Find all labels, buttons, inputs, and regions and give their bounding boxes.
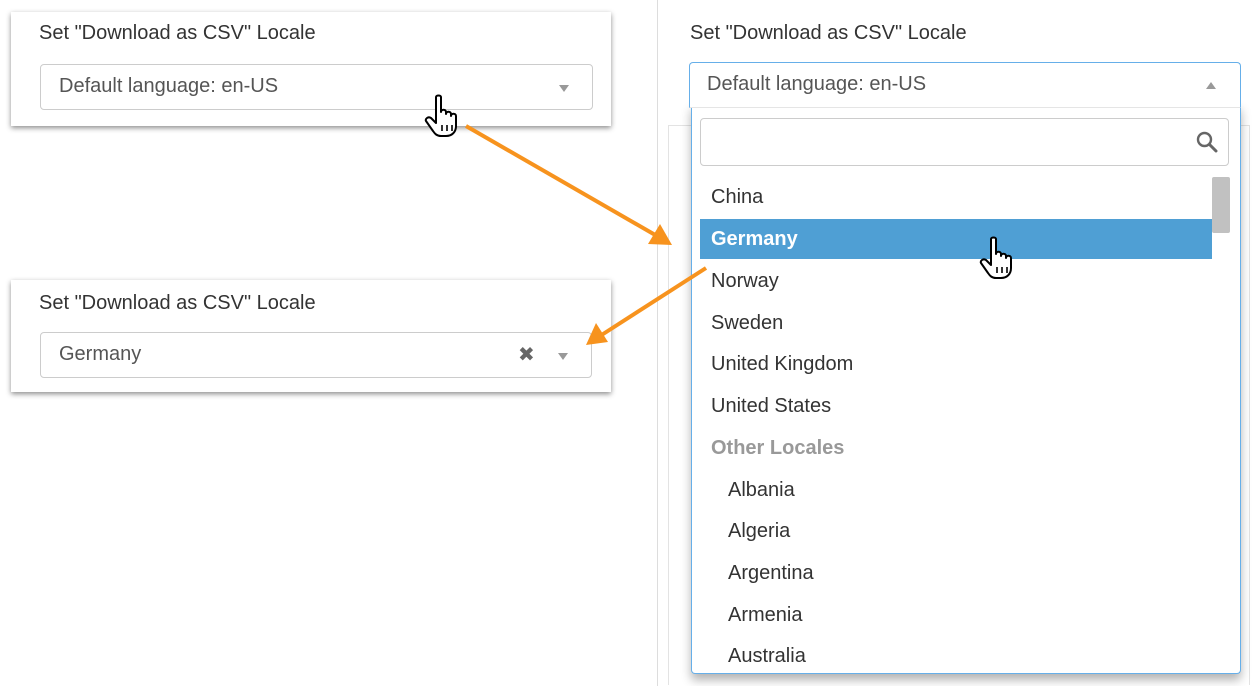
select-value: Default language: en-US — [707, 73, 927, 95]
locale-select-open[interactable]: Default language: en-US — [689, 62, 1241, 108]
hand-cursor-icon — [424, 94, 457, 137]
arrow-to-selected-value — [586, 266, 708, 345]
triangle-up-icon[interactable] — [1206, 82, 1216, 89]
hand-cursor-icon — [979, 236, 1012, 279]
arrow-to-open-dropdown — [465, 124, 672, 245]
